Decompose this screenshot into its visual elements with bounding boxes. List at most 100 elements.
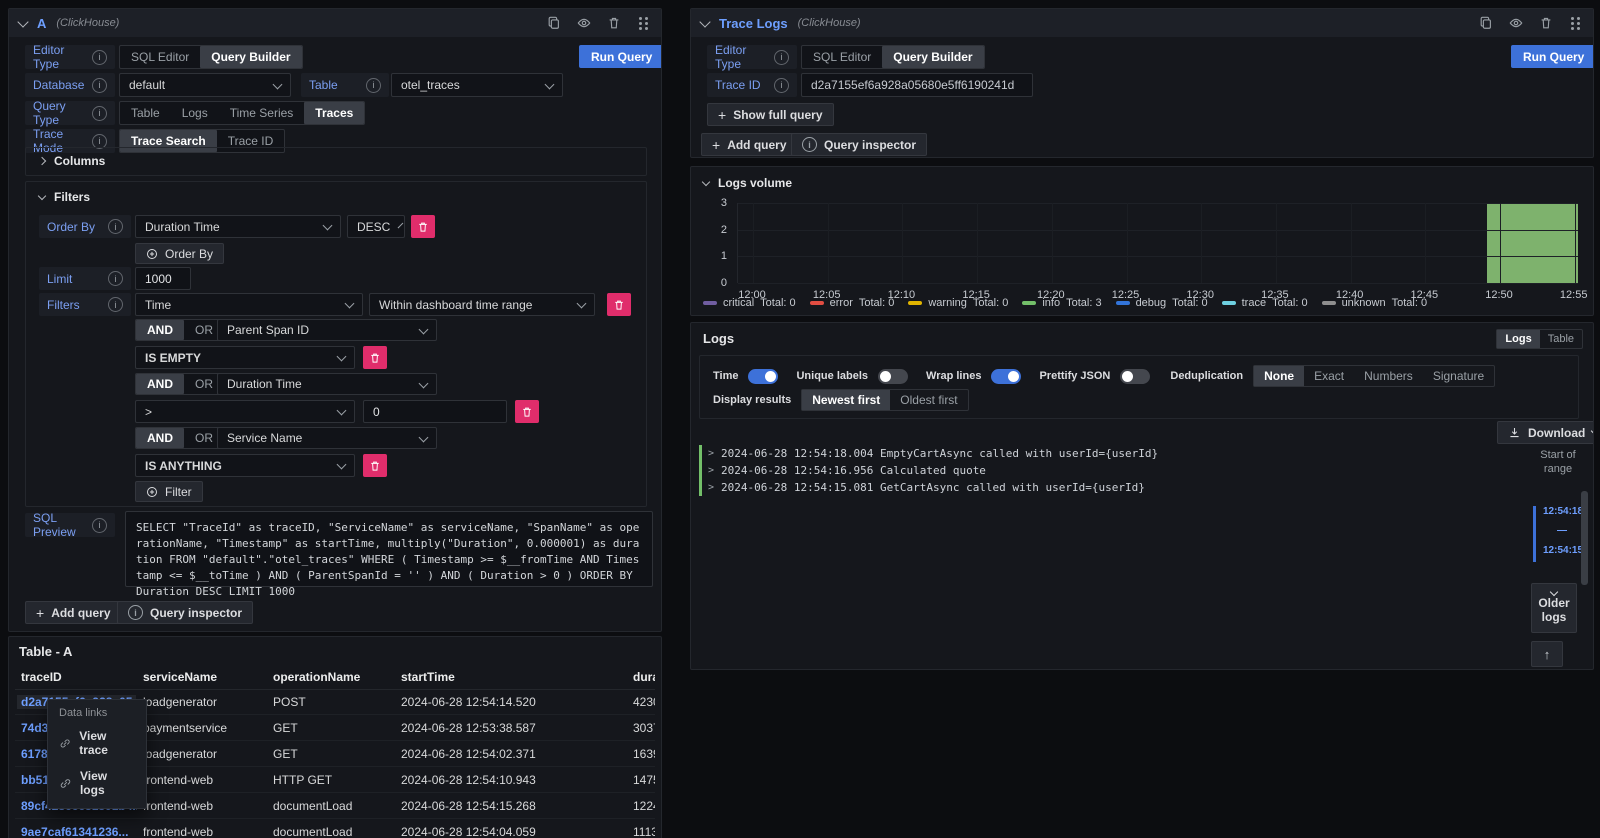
panel-collapse-icon[interactable] xyxy=(699,16,710,27)
view-logs-link[interactable]: View logs xyxy=(48,763,146,803)
remove-filter-button[interactable] xyxy=(515,400,539,423)
filter-time-field-select[interactable]: Time xyxy=(135,293,363,316)
info-icon[interactable] xyxy=(92,518,107,533)
filter3-condition-select[interactable]: > xyxy=(135,400,355,423)
trash-icon[interactable] xyxy=(607,16,621,30)
panel-collapse-icon[interactable] xyxy=(17,16,28,27)
column-header[interactable]: duration xyxy=(627,670,655,684)
add-order-by-button[interactable]: Order By xyxy=(135,243,224,264)
expand-log-icon[interactable] xyxy=(708,482,714,493)
editor-type-query-builder[interactable]: Query Builder xyxy=(200,46,301,68)
show-full-query-button[interactable]: + Show full query xyxy=(707,103,834,126)
legend-item[interactable]: warningTotal: 0 xyxy=(908,297,1008,309)
duplicate-icon[interactable] xyxy=(1479,16,1493,30)
info-icon[interactable] xyxy=(774,50,789,65)
log-line[interactable]: 2024-06-28 12:54:18.004 EmptyCartAsync c… xyxy=(699,445,1489,462)
trace-id-link[interactable]: 9ae7caf61341236... xyxy=(21,825,128,838)
filter2-field-select[interactable]: Parent Span ID xyxy=(217,319,437,341)
query-type-logs[interactable]: Logs xyxy=(171,102,219,124)
query-inspector-button[interactable]: Query inspector xyxy=(791,133,927,156)
filter4-condition-select[interactable]: IS ANYTHING xyxy=(135,454,355,477)
query-type-time-series[interactable]: Time Series xyxy=(219,102,305,124)
prettify-json-toggle[interactable] xyxy=(1120,369,1150,384)
trash-icon[interactable] xyxy=(1539,16,1553,30)
info-icon[interactable] xyxy=(92,106,107,121)
logs-scrollbar[interactable] xyxy=(1581,491,1588,585)
log-line[interactable]: 2024-06-28 12:54:16.956 Calculated quote xyxy=(699,462,1489,479)
logs-view-logs[interactable]: Logs xyxy=(1497,330,1539,348)
add-filter-button[interactable]: Filter xyxy=(135,481,203,502)
duplicate-icon[interactable] xyxy=(547,16,561,30)
trace-logs-header[interactable]: Trace Logs (ClickHouse) xyxy=(691,9,1593,37)
legend-item[interactable]: errorTotal: 0 xyxy=(810,297,895,309)
filter2-condition-select[interactable]: IS EMPTY xyxy=(135,346,355,369)
remove-order-by-button[interactable] xyxy=(411,215,435,238)
columns-section[interactable] xyxy=(25,147,647,176)
expand-log-icon[interactable] xyxy=(708,448,714,459)
order-oldest-first[interactable]: Oldest first xyxy=(890,390,967,410)
download-button[interactable]: Download xyxy=(1497,421,1594,444)
query-type-table[interactable]: Table xyxy=(120,102,171,124)
eye-icon[interactable] xyxy=(577,16,591,30)
limit-input[interactable]: 1000 xyxy=(135,267,191,290)
legend-item[interactable]: debugTotal: 0 xyxy=(1116,297,1208,309)
order-by-direction-select[interactable]: DESC xyxy=(347,215,405,238)
remove-filter-button[interactable] xyxy=(363,346,387,369)
scroll-to-top-button[interactable] xyxy=(1531,641,1563,667)
operator-and[interactable]: AND xyxy=(136,374,184,394)
column-header[interactable]: traceID xyxy=(15,670,137,684)
dedup-exact[interactable]: Exact xyxy=(1304,366,1354,386)
dedup-signature[interactable]: Signature xyxy=(1423,366,1494,386)
legend-item[interactable]: unknownTotal: 0 xyxy=(1322,297,1428,309)
run-query-button[interactable]: Run Query xyxy=(1511,45,1594,68)
filter3-field-select[interactable]: Duration Time xyxy=(217,373,437,395)
filters-section-header[interactable]: Filters xyxy=(39,190,90,204)
add-query-button[interactable]: + Add query xyxy=(25,601,122,624)
info-icon[interactable] xyxy=(774,78,789,93)
panel-a-header[interactable]: A (ClickHouse) xyxy=(9,9,661,37)
eye-icon[interactable] xyxy=(1509,16,1523,30)
info-icon[interactable] xyxy=(92,78,107,93)
operator-and[interactable]: AND xyxy=(136,320,184,340)
remove-filter-button[interactable] xyxy=(607,293,631,316)
legend-item[interactable]: traceTotal: 0 xyxy=(1222,297,1308,309)
columns-section-header[interactable]: Columns xyxy=(39,154,105,168)
time-toggle[interactable] xyxy=(748,369,778,384)
dedup-none[interactable]: None xyxy=(1254,366,1304,386)
logs-view-table[interactable]: Table xyxy=(1540,330,1582,348)
legend-item[interactable]: criticalTotal: 0 xyxy=(703,297,796,309)
older-logs-button[interactable]: Older logs xyxy=(1531,583,1577,633)
log-timeline-bar[interactable] xyxy=(1533,506,1536,562)
database-select[interactable]: default xyxy=(119,73,291,97)
wrap-lines-toggle[interactable] xyxy=(991,369,1021,384)
editor-type-query-builder[interactable]: Query Builder xyxy=(882,46,983,68)
remove-filter-button[interactable] xyxy=(363,454,387,477)
legend-item[interactable]: infoTotal: 3 xyxy=(1022,297,1101,309)
editor-type-sql-editor[interactable]: SQL Editor xyxy=(120,46,200,68)
info-icon[interactable] xyxy=(366,78,381,93)
filter4-field-select[interactable]: Service Name xyxy=(217,427,437,449)
run-query-button[interactable]: Run Query xyxy=(579,45,662,68)
dedup-numbers[interactable]: Numbers xyxy=(1354,366,1423,386)
add-query-button[interactable]: + Add query xyxy=(701,133,798,156)
column-header[interactable]: operationName xyxy=(267,670,395,684)
table-select[interactable]: otel_traces xyxy=(391,73,563,97)
info-icon[interactable] xyxy=(108,271,123,286)
view-trace-link[interactable]: View trace xyxy=(48,723,146,763)
info-icon[interactable] xyxy=(108,297,123,312)
info-icon[interactable] xyxy=(92,50,107,65)
filter3-value-input[interactable]: 0 xyxy=(363,400,507,423)
log-line[interactable]: 2024-06-28 12:54:15.081 GetCartAsync cal… xyxy=(699,479,1489,496)
drag-handle-icon[interactable] xyxy=(1569,16,1583,30)
column-header[interactable]: serviceName xyxy=(137,670,267,684)
filter-time-range-select[interactable]: Within dashboard time range xyxy=(369,293,595,316)
query-type-traces[interactable]: Traces xyxy=(304,102,364,124)
column-header[interactable]: startTime xyxy=(395,670,627,684)
expand-log-icon[interactable] xyxy=(708,465,714,476)
editor-type-sql-editor[interactable]: SQL Editor xyxy=(802,46,882,68)
info-icon[interactable] xyxy=(108,219,123,234)
operator-and[interactable]: AND xyxy=(136,428,184,448)
order-by-field-select[interactable]: Duration Time xyxy=(135,215,341,238)
unique-labels-toggle[interactable] xyxy=(878,369,908,384)
drag-handle-icon[interactable] xyxy=(637,16,651,30)
